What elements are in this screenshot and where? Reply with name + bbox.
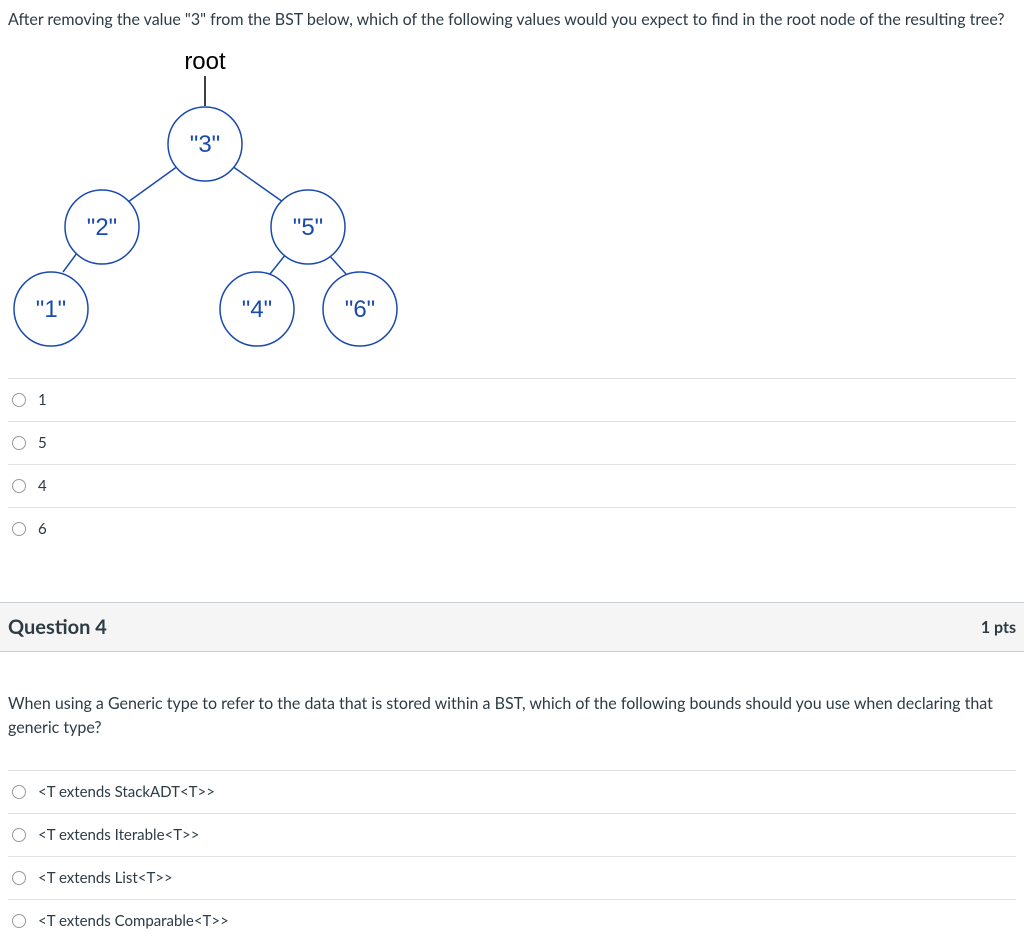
answer-option[interactable]: 6 (8, 508, 1016, 550)
answer-label: 1 (38, 391, 47, 409)
radio-icon[interactable] (12, 522, 26, 536)
question-4-title: Question 4 (8, 615, 107, 639)
answer-label: <T extends Comparable<T>> (38, 912, 229, 930)
answer-option[interactable]: <T extends List<T>> (8, 857, 1016, 900)
answer-option[interactable]: <T extends Iterable<T>> (8, 814, 1016, 857)
root-label: root (184, 48, 226, 75)
radio-icon[interactable] (12, 479, 26, 493)
answer-option[interactable]: 4 (8, 465, 1016, 508)
radio-icon[interactable] (12, 914, 26, 928)
answer-option[interactable]: <T extends StackADT<T>> (8, 771, 1016, 814)
svg-text:"5": "5" (293, 214, 323, 241)
answer-label: <T extends List<T>> (38, 869, 173, 887)
answer-label: <T extends Iterable<T>> (38, 826, 199, 844)
answer-label: 5 (38, 434, 47, 452)
radio-icon[interactable] (12, 785, 26, 799)
question-3-block: After removing the value "3" from the BS… (0, 0, 1024, 558)
answer-label: <T extends StackADT<T>> (38, 783, 215, 801)
question-4-answers: <T extends StackADT<T>> <T extends Itera… (8, 770, 1016, 942)
question-3-answers: 1 5 4 6 (8, 378, 1016, 550)
svg-text:"6": "6" (345, 296, 375, 323)
answer-label: 4 (38, 477, 47, 495)
question-4-points: 1 pts (981, 618, 1016, 637)
radio-icon[interactable] (12, 393, 26, 407)
svg-text:"1": "1" (36, 296, 66, 323)
svg-text:"3": "3" (190, 131, 220, 158)
answer-label: 6 (38, 520, 47, 538)
question-3-text: After removing the value "3" from the BS… (8, 8, 1016, 32)
answer-option[interactable]: 1 (8, 379, 1016, 422)
radio-icon[interactable] (12, 871, 26, 885)
question-4-header: Question 4 1 pts (0, 603, 1024, 652)
svg-text:"2": "2" (87, 214, 117, 241)
svg-text:"4": "4" (242, 296, 272, 323)
bst-diagram: root "3" "2" "5" "1" "4" (8, 44, 1016, 358)
answer-option[interactable]: 5 (8, 422, 1016, 465)
radio-icon[interactable] (12, 436, 26, 450)
answer-option[interactable]: <T extends Comparable<T>> (8, 900, 1016, 942)
question-separator (0, 558, 1024, 603)
question-4-block: When using a Generic type to refer to th… (0, 652, 1024, 950)
radio-icon[interactable] (12, 828, 26, 842)
question-4-text: When using a Generic type to refer to th… (8, 692, 1016, 740)
